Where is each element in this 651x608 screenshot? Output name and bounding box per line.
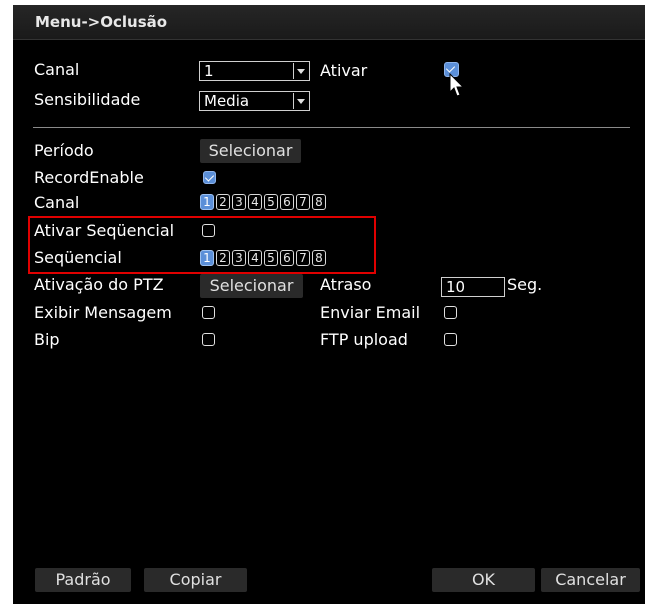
mouse-pointer-icon [449, 73, 465, 97]
record-channel-label: Canal [34, 193, 80, 212]
delay-label: Atraso [320, 275, 372, 294]
record-channel-4-toggle[interactable]: 4 [248, 194, 262, 210]
title-bar: Menu->Oclusão [13, 5, 645, 40]
divider [33, 127, 630, 128]
ok-button[interactable]: OK [432, 568, 535, 592]
ptz-activation-label: Ativação do PTZ [34, 275, 164, 294]
period-label: Período [34, 141, 94, 160]
highlight-box [28, 216, 376, 274]
record-channel-5-toggle[interactable]: 5 [264, 194, 278, 210]
enable-label: Ativar [320, 61, 368, 80]
chevron-down-icon [293, 93, 308, 109]
ftp-upload-checkbox[interactable] [444, 333, 457, 346]
period-select-button[interactable]: Selecionar [200, 139, 301, 163]
default-button[interactable]: Padrão [35, 568, 131, 592]
send-email-checkbox[interactable] [444, 306, 457, 319]
send-email-label: Enviar Email [320, 303, 421, 322]
record-channel-8-toggle[interactable]: 8 [312, 194, 326, 210]
show-message-checkbox[interactable] [202, 306, 215, 319]
ptz-select-button[interactable]: Selecionar [200, 274, 303, 298]
record-channel-3-toggle[interactable]: 3 [232, 194, 246, 210]
sensitivity-label: Sensibilidade [34, 90, 141, 109]
channel-select-value: 1 [204, 62, 214, 80]
window-title: Menu->Oclusão [35, 13, 168, 31]
ftp-upload-label: FTP upload [320, 330, 408, 349]
channel-select[interactable]: 1 [199, 61, 310, 81]
buzzer-label: Bip [34, 330, 60, 349]
sensitivity-select-value: Media [204, 92, 250, 110]
record-channel-7-toggle[interactable]: 7 [296, 194, 310, 210]
show-message-label: Exibir Mensagem [34, 303, 172, 322]
occlusion-dialog: Menu->Oclusão Canal 1 Ativar Sensibilida… [13, 5, 645, 604]
record-channel-selector: 12345678 [200, 194, 326, 210]
record-channel-1-toggle[interactable]: 1 [200, 194, 214, 210]
delay-input[interactable]: 10 [441, 277, 505, 297]
chevron-down-icon [293, 63, 308, 79]
record-channel-6-toggle[interactable]: 6 [280, 194, 294, 210]
buzzer-checkbox[interactable] [202, 333, 215, 346]
copy-button[interactable]: Copiar [144, 568, 247, 592]
sensitivity-select[interactable]: Media [199, 91, 310, 111]
delay-unit-label: Seg. [507, 275, 543, 294]
record-channel-2-toggle[interactable]: 2 [216, 194, 230, 210]
record-enable-label: RecordEnable [34, 168, 144, 187]
record-enable-checkbox[interactable] [203, 171, 216, 184]
channel-label: Canal [34, 60, 80, 79]
cancel-button[interactable]: Cancelar [541, 568, 640, 592]
